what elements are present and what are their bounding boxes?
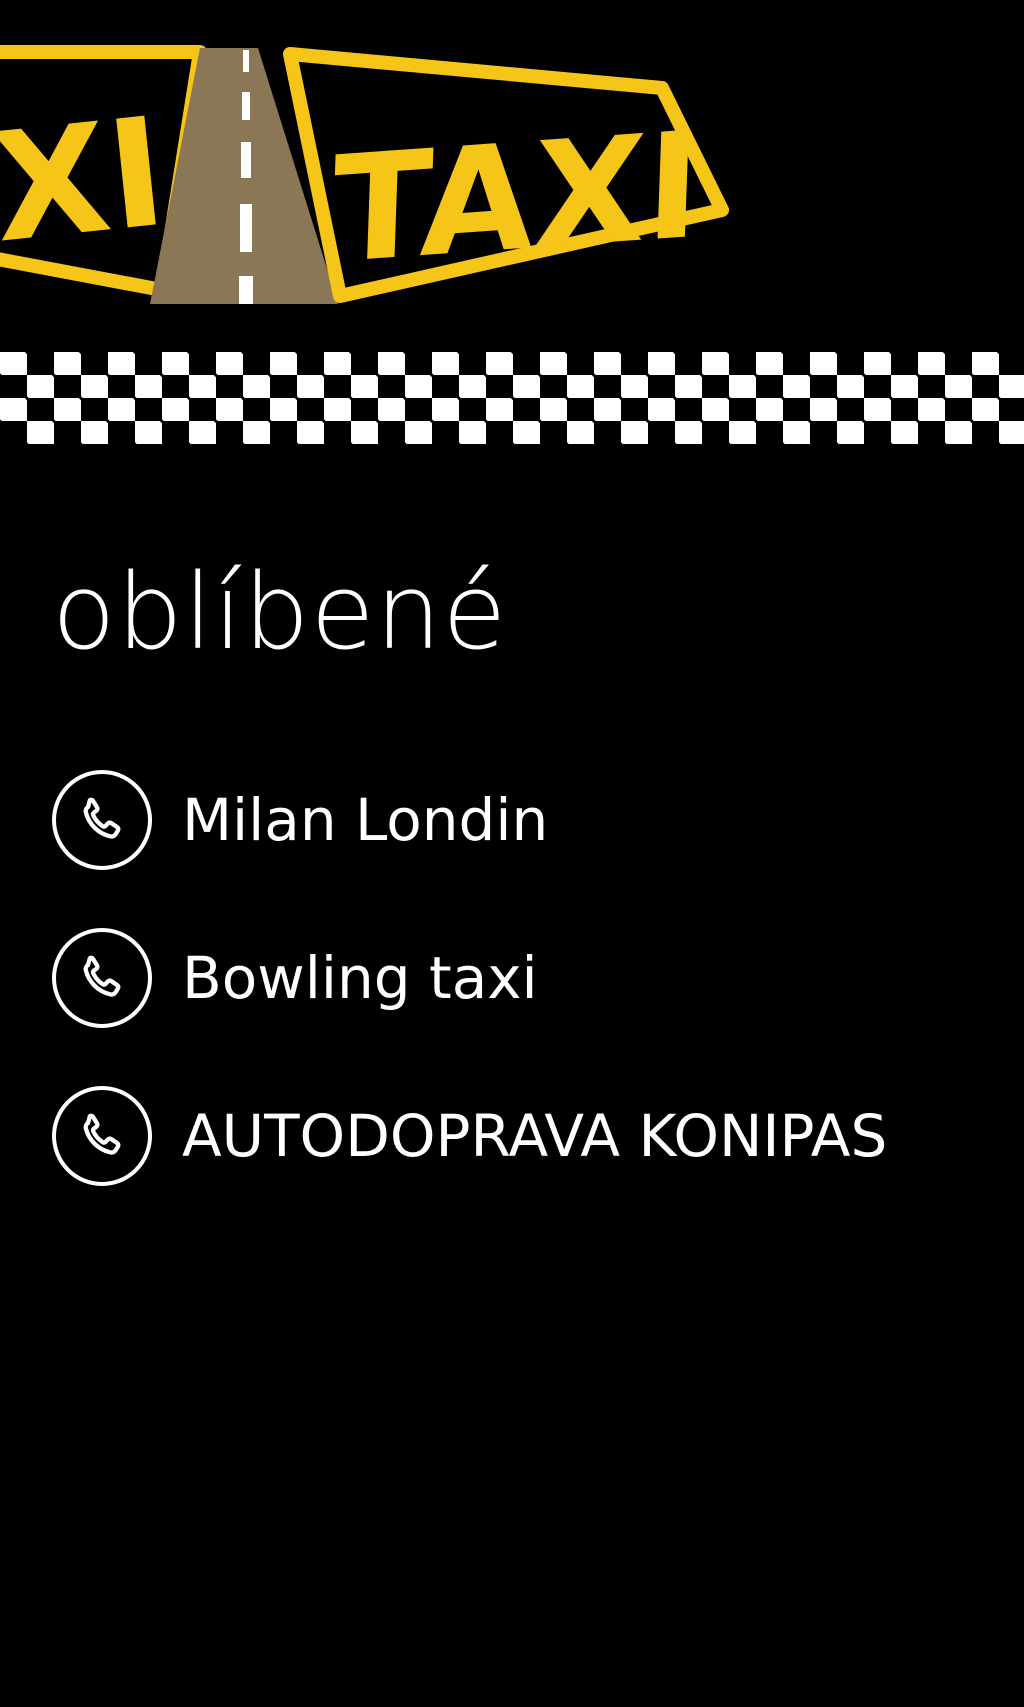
checker-pattern-divider <box>0 352 1024 444</box>
favorite-label: AUTODOPRAVA KONIPAS <box>182 1102 888 1170</box>
phone-handset-icon <box>83 1113 121 1155</box>
phone-handset-icon <box>83 797 121 839</box>
taxi-sign-right-text: TAXI <box>330 99 703 296</box>
phone-icon[interactable] <box>52 928 152 1028</box>
phone-icon[interactable] <box>52 770 152 870</box>
favorite-item[interactable]: Milan Londin <box>52 768 1012 872</box>
favorite-item[interactable]: Bowling taxi <box>52 926 1012 1030</box>
favorite-label: Bowling taxi <box>182 944 538 1012</box>
taxi-sign-left-text: XI <box>0 86 173 277</box>
phone-icon[interactable] <box>52 1086 152 1186</box>
favorites-list: Milan Londin Bowling taxi AUTODOPRAVA KO… <box>52 768 1012 1242</box>
taxi-logo: XI TAXI <box>0 45 729 304</box>
favorite-label: Milan Londin <box>182 786 549 854</box>
page-title: oblíbené <box>52 551 508 673</box>
favorite-item[interactable]: AUTODOPRAVA KONIPAS <box>52 1084 1012 1188</box>
phone-handset-icon <box>83 955 121 997</box>
